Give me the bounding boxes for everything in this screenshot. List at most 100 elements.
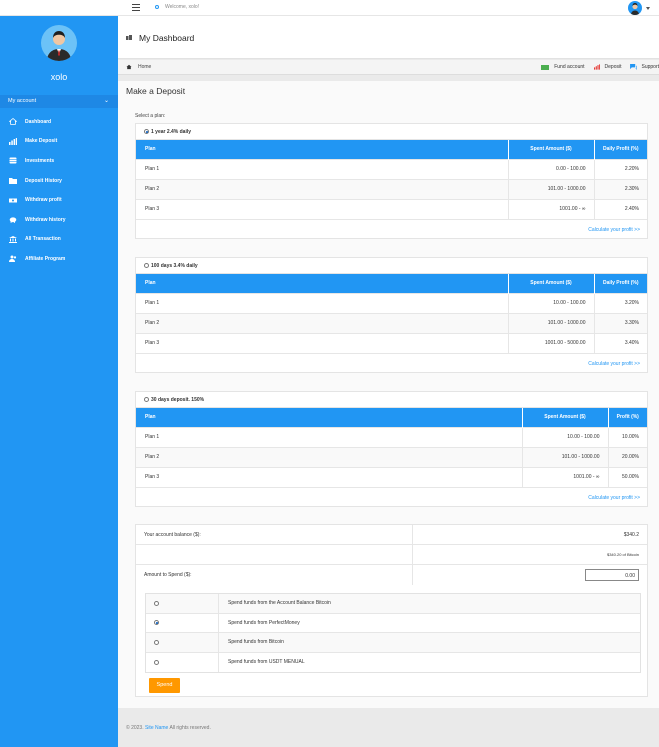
cell: 101.00 - 1000.00 [508,312,595,333]
bank-icon [9,235,17,243]
payment-option-label: Spend funds from Bitcoin [228,639,284,646]
breadcrumb-home[interactable]: Home [126,64,151,70]
home-icon [126,64,132,70]
col-header: Spent Amount ($) [508,140,595,159]
plan-name: 100 days 3.4% daily [151,262,198,269]
payment-options: Spend funds from the Account Balance Bit… [145,593,641,673]
amount-label: Amount to Spend ($): [144,572,192,578]
table-row: Plan 2 101.00 - 1000.00 3.30% [136,312,647,333]
balance-row: Your account balance ($): $340.2 [136,525,647,545]
amount-row: Amount to Spend ($): 0.00 [136,565,647,585]
col-header: Spent Amount ($) [508,274,595,293]
top-navbar: Welcome, xolo! [0,0,659,16]
money-icon [9,197,17,204]
fund-account-link[interactable]: Fund account [541,64,585,70]
payment-radio[interactable] [154,620,159,626]
users-icon [9,255,17,263]
col-header: Plan [136,274,509,293]
plan-table: Plan Spent Amount ($) Daily Profit (%) P… [136,140,647,219]
calculate-profit-link[interactable]: Calculate your profit >> [136,353,647,372]
plan-card: 1 year 2.4% daily Plan Spent Amount ($) … [135,123,648,239]
my-account-label: My account [8,98,37,104]
user-avatar[interactable] [628,1,642,15]
select-plan-label: Select a plan: [135,113,166,119]
payment-radio[interactable] [154,639,159,645]
sidebar-item-label: Withdraw profit [25,197,62,204]
cell: 2.20% [594,158,647,179]
chevron-down-icon: ⌄ [103,98,109,104]
calculate-profit-link[interactable]: Calculate your profit >> [136,219,647,238]
cell: 1001.00 - 5000.00 [508,332,595,353]
cell: Plan 2 [136,446,523,467]
sidebar-item-withdraw-profit[interactable]: Withdraw profit [0,190,118,210]
sidebar-item-investments[interactable]: Investments [0,151,118,171]
sidebar-item-label: Make Deposit [25,138,58,145]
spend-button[interactable]: Spend [149,678,180,693]
cell: 10.00% [608,426,647,447]
plan-option[interactable]: 100 days 3.4% daily [136,258,647,274]
plan-radio[interactable] [144,129,149,134]
cell: 0.00 - 100.00 [508,158,595,179]
support-link[interactable]: Support [630,64,659,70]
cell: 3.30% [594,312,647,333]
page-header: My Dashboard [118,16,659,59]
wallet-icon [541,64,550,70]
main-content: My Dashboard Home Fund account Deposit S… [118,16,659,747]
welcome-message: Welcome, xolo! [155,4,199,10]
bar-chart-icon [9,137,17,145]
sidebar-item-deposit-history[interactable]: Deposit History [0,171,118,191]
cell: 1001.00 - ∞ [508,198,595,219]
sidebar-item-label: Dashboard [25,118,52,125]
col-header: Daily Profit (%) [594,274,647,293]
payment-radio[interactable] [154,659,159,665]
database-icon [9,157,17,164]
cell: 3.40% [594,332,647,353]
deposit-link[interactable]: Deposit [593,64,621,70]
cell: 101.00 - 1000.00 [522,446,609,467]
cell: 2.40% [594,198,647,219]
table-row: Plan 3 1001.00 - ∞ 50.00% [136,466,647,487]
col-header: Daily Profit (%) [594,140,647,159]
plan-radio[interactable] [144,263,149,268]
sidebar-item-make-deposit[interactable]: Make Deposit [0,132,118,152]
sidebar-item-label: Withdraw history [25,216,66,223]
site-name-link[interactable]: Site Name [145,725,168,731]
plan-option[interactable]: 30 days deposit. 150% [136,392,647,408]
user-menu-caret-icon[interactable] [646,7,650,10]
sidebar-item-label: Investments [25,157,55,164]
building-icon [126,35,132,40]
payment-option[interactable]: Spend funds from the Account Balance Bit… [146,594,640,614]
payment-option[interactable]: Spend funds from PerfectMoney [146,613,640,633]
sidebar-item-dashboard[interactable]: Dashboard [0,112,118,132]
sidebar: xolo My account ⌄ Dashboard Make Deposit… [0,16,118,747]
table-row: Plan 2 101.00 - 1000.00 20.00% [136,446,647,467]
calculate-profit-link[interactable]: Calculate your profit >> [136,487,647,506]
payment-option[interactable]: Spend funds from Bitcoin [146,633,640,653]
col-header: Profit (%) [608,408,647,427]
plan-radio[interactable] [144,397,149,402]
table-row: Plan 3 1001.00 - 5000.00 3.40% [136,332,647,353]
payment-option-label: Spend funds from PerfectMoney [228,619,300,626]
cell: 50.00% [608,466,647,487]
page-title: My Dashboard [139,33,195,43]
payment-option[interactable]: Spend funds from USDT MENUAL [146,652,640,672]
cell: 10.00 - 100.00 [508,292,595,313]
cell: Plan 1 [136,426,523,447]
sidebar-username: xolo [50,72,68,82]
amount-input[interactable]: 0.00 [585,569,639,581]
cell: 3.20% [594,292,647,313]
sidebar-item-affiliate-program[interactable]: Affiliate Program [0,249,118,269]
my-account-toggle[interactable]: My account ⌄ [0,95,118,108]
sidebar-item-all-transaction[interactable]: All Transaction [0,230,118,250]
table-row: Plan 2 101.00 - 1000.00 2.30% [136,178,647,199]
menu-toggle-icon[interactable] [132,4,140,11]
payment-radio[interactable] [154,600,159,606]
plan-option[interactable]: 1 year 2.4% daily [136,124,647,140]
folder-icon [9,177,17,185]
status-dot-icon [155,4,159,9]
col-header: Plan [136,408,523,427]
cell: Plan 1 [136,292,509,313]
sidebar-item-withdraw-history[interactable]: Withdraw history [0,210,118,230]
table-row: Plan 1 10.00 - 100.00 10.00% [136,426,647,447]
cell: 2.30% [594,178,647,199]
